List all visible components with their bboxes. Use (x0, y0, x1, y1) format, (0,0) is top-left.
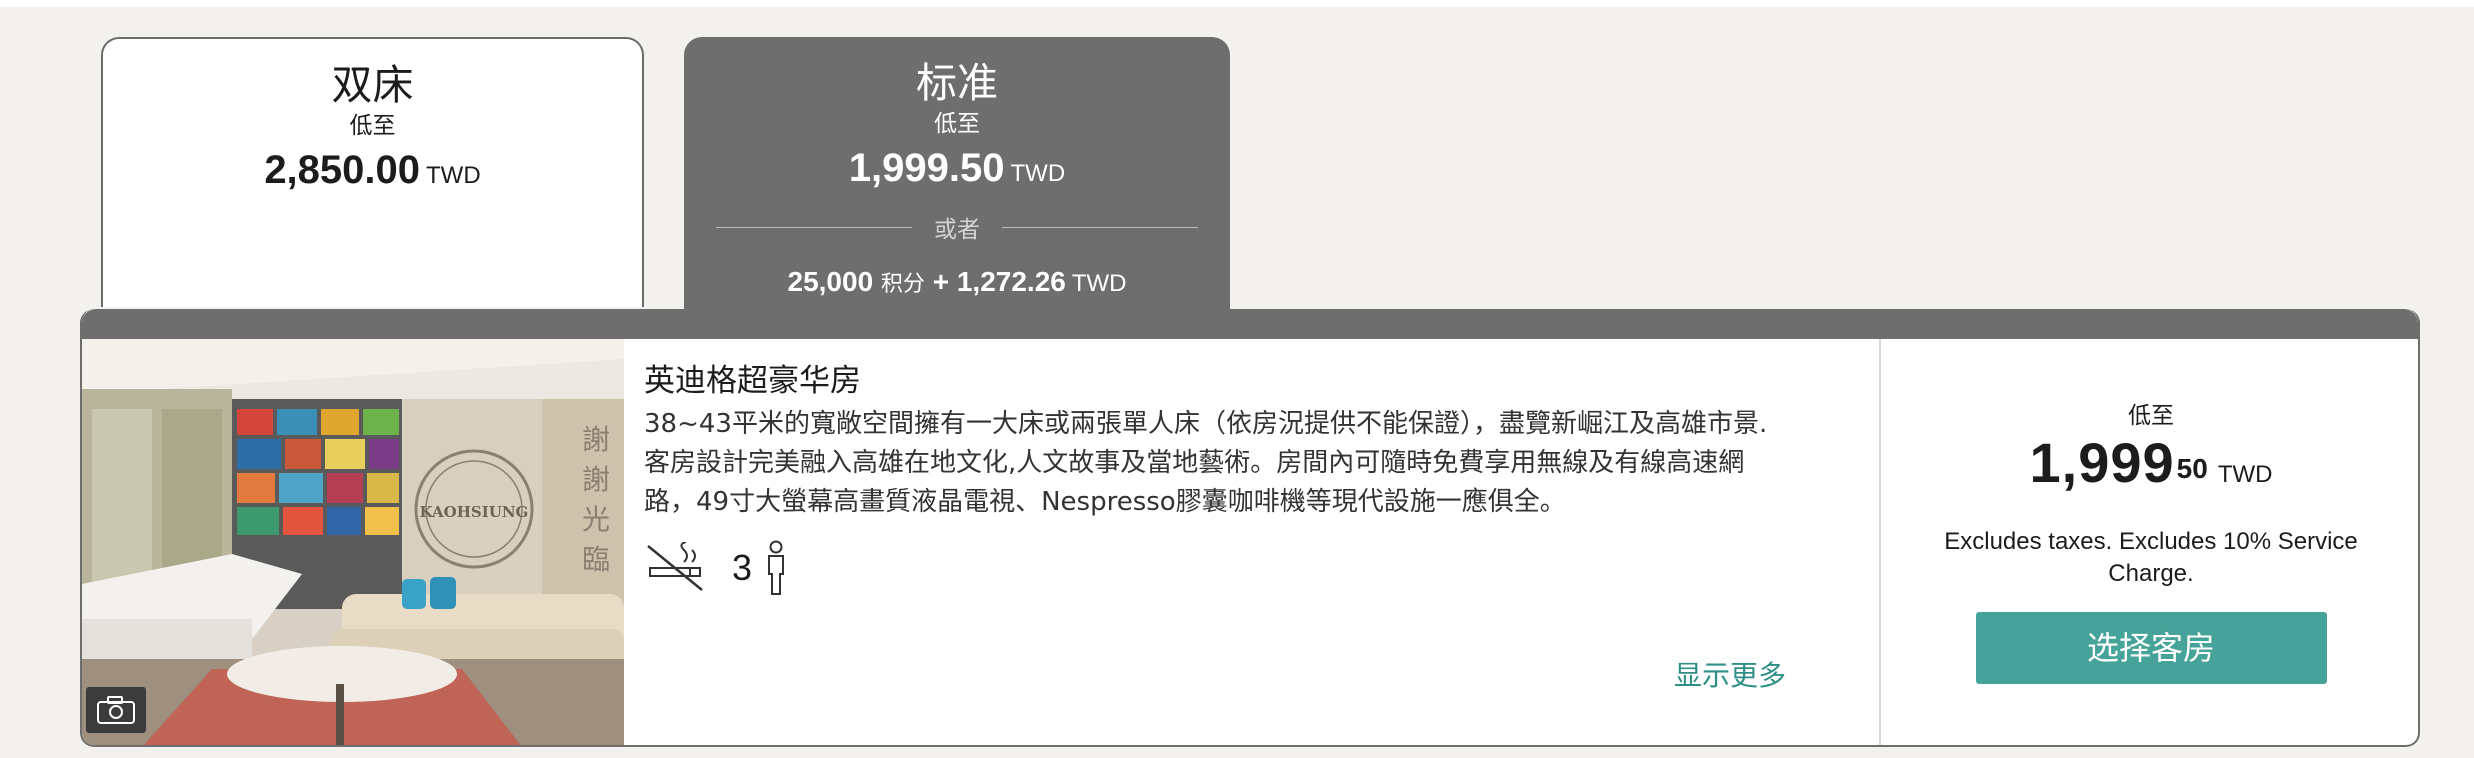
max-occupancy: 3 (732, 547, 753, 588)
tab-from-label: 低至 (349, 113, 396, 139)
points-currency: TWD (1071, 270, 1127, 297)
gallery-button[interactable] (86, 687, 146, 733)
room-card: KAOHSIUNG 謝 謝 光 臨 英迪格超豪华房 38~43平米的寬敞空間擁有… (80, 309, 2420, 747)
tab-title: 标准 (916, 59, 998, 107)
points-label: 积分 (880, 272, 925, 297)
tab-price: 1,999.50 TWD (684, 143, 1230, 202)
tab-price-amount: 2,850.00 (264, 148, 421, 192)
price-panel: 低至 1,99950 TWD Excludes taxes. Excludes 1… (1882, 339, 2418, 745)
price-currency: TWD (2217, 461, 2273, 488)
tab-price-currency: TWD (1010, 160, 1066, 187)
person-icon (768, 540, 785, 595)
room-description-line: 客房設計完美融入高雄在地文化,人文故事及當地藝術。房間內可隨時免費享用無線及有線… (644, 448, 1745, 478)
price-note: Excludes taxes. Excludes 10% Service Cha… (1944, 528, 2358, 587)
tab-price: 2,850.00 TWD (103, 145, 642, 204)
or-separator: 或者 (716, 210, 1198, 244)
tab-price-currency: TWD (426, 162, 481, 189)
panel-divider (1879, 339, 1881, 745)
select-room-button[interactable]: 选择客房 (1975, 612, 2327, 684)
card-header-bar (82, 309, 2418, 339)
room-description-line: 路，49寸大螢幕高畫質液晶電視、Nespresso膠囊咖啡機等現代設施一應俱全。 (644, 487, 1566, 517)
photo-wall-char: 光 (582, 503, 610, 536)
tab-from-label: 低至 (934, 111, 980, 137)
show-more-link[interactable]: 显示更多 (1674, 654, 1786, 694)
room-name: 英迪格超豪华房 (644, 363, 861, 399)
photo-sign-text: KAOHSIUNG (420, 503, 529, 521)
price-integer: 1,999 (2029, 431, 2175, 494)
room-description: 38~43平米的寬敞空間擁有一大床或兩張單人床（依房況提供不能保證），盡覽新崛江… (644, 405, 1834, 522)
points-price: 25,000 积分 + 1,272.26 TWD (684, 262, 1230, 305)
separator-line (716, 226, 912, 228)
room-info: 英迪格超豪华房 38~43平米的寬敞空間擁有一大床或兩張單人床（依房況提供不能保… (644, 361, 1944, 596)
tab-title: 双床 (331, 61, 414, 109)
room-price: 1,99950 TWD (1882, 435, 2418, 506)
no-smoking-icon (647, 542, 703, 591)
or-label: 或者 (934, 217, 980, 243)
room-amenities: 3 (644, 540, 1944, 596)
tab-twin-bed[interactable]: 双床 低至 2,850.00 TWD (101, 37, 644, 307)
top-divider (0, 0, 2474, 7)
price-from-label: 低至 (2128, 403, 2174, 429)
price-decimal: 50 (2176, 453, 2208, 484)
photo-wall-char: 臨 (582, 543, 610, 576)
room-description-line: 38~43平米的寬敞空間擁有一大床或兩張單人床（依房況提供不能保證），盡覽新崛江… (644, 409, 1768, 439)
points-amount: 25,000 (787, 266, 874, 297)
points-plus-amount: + 1,272.26 (932, 266, 1066, 297)
photo-wall-char: 謝 (582, 463, 610, 496)
room-photo[interactable]: KAOHSIUNG 謝 謝 光 臨 (82, 339, 624, 745)
tab-price-amount: 1,999.50 (848, 146, 1005, 190)
separator-line (1002, 226, 1198, 228)
photo-wall-char: 謝 (582, 423, 610, 456)
tab-standard[interactable]: 标准 低至 1,999.50 TWD 或者 25,000 积分 + 1,272.2… (684, 37, 1230, 317)
camera-icon (97, 696, 135, 724)
